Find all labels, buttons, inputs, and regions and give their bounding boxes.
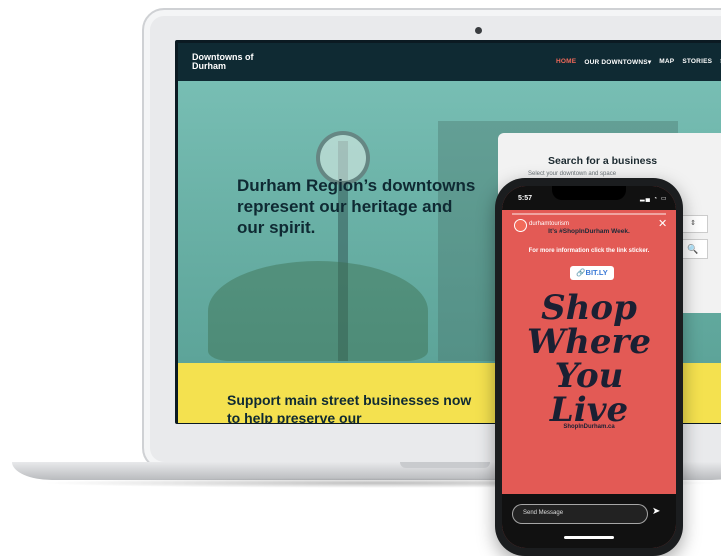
story-text-1: It’s #ShopInDurham Week. bbox=[548, 228, 630, 235]
nav-map[interactable]: MAP bbox=[659, 58, 674, 66]
nav-home[interactable]: HOME bbox=[556, 58, 576, 66]
search-subtitle: Select your downtown and space bbox=[528, 171, 617, 177]
send-message-input[interactable]: Send Message bbox=[512, 504, 648, 524]
link-sticker[interactable]: 🔗BIT.LY bbox=[570, 266, 614, 280]
nav-stories[interactable]: STORIES bbox=[682, 58, 712, 66]
nav-menu: HOME OUR DOWNTOWNS▾ MAP STORIES SI bbox=[556, 58, 721, 66]
signal-wifi-battery-icon: ▂▄ ◔ ▭ bbox=[640, 196, 668, 202]
hero-heading: Durham Region’s downtowns represent our … bbox=[237, 176, 476, 237]
phone-status-bar: 5:57 ▂▄ ◔ ▭ bbox=[502, 186, 676, 210]
send-placeholder: Send Message bbox=[523, 510, 564, 516]
laptop-camera bbox=[475, 27, 482, 34]
phone-time: 5:57 bbox=[518, 195, 533, 202]
cta-text: Support main street businesses now to he… bbox=[227, 392, 472, 423]
nav-our-downtowns[interactable]: OUR DOWNTOWNS▾ bbox=[584, 58, 651, 66]
story-text-2: For more information click the link stic… bbox=[528, 248, 650, 254]
phone-screen: 5:57 ▂▄ ◔ ▭ durhamtourism ✕ It’s #ShopIn… bbox=[502, 186, 676, 548]
story-url: ShopInDurham.ca bbox=[563, 424, 615, 430]
site-navbar: Downtowns of Durham HOME OUR DOWNTOWNS▾ … bbox=[178, 43, 721, 81]
site-brand[interactable]: Downtowns of Durham bbox=[192, 53, 272, 71]
search-title: Search for a business bbox=[548, 155, 658, 167]
phone-notch bbox=[552, 186, 626, 200]
story-account[interactable]: durhamtourism bbox=[529, 221, 569, 227]
laptop-notch bbox=[400, 462, 490, 468]
flower-trees bbox=[208, 261, 428, 361]
home-indicator bbox=[564, 536, 614, 539]
send-arrow-icon[interactable]: ➤ bbox=[652, 506, 660, 517]
story-progress bbox=[512, 213, 666, 215]
search-icon: 🔍 bbox=[687, 244, 699, 254]
up-down-arrows-icon: ⇕ bbox=[690, 220, 696, 227]
